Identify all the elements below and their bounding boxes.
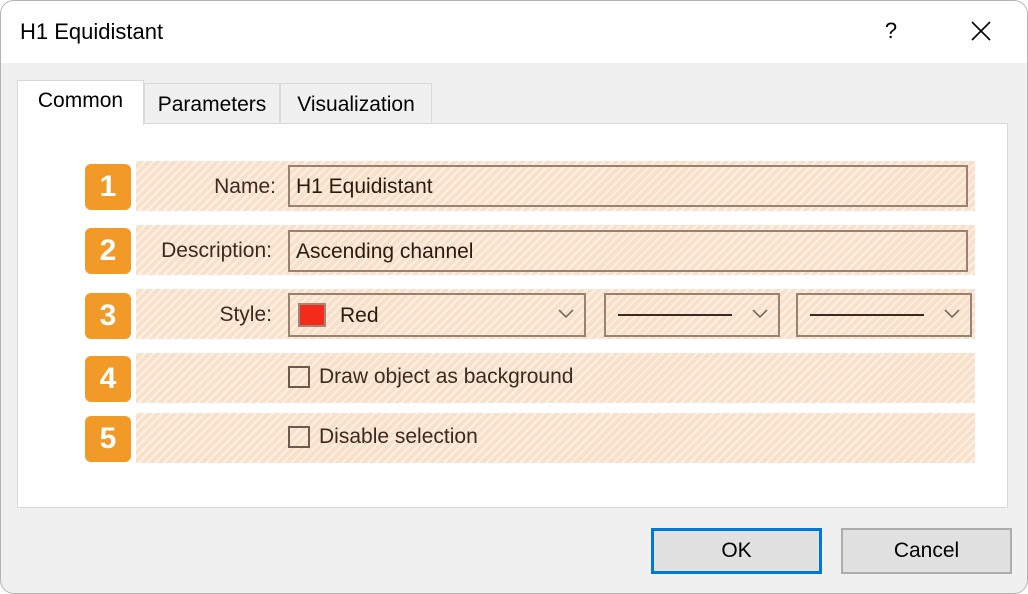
draw-background-row: Draw object as background bbox=[136, 353, 975, 403]
description-row: Description: Ascending channel bbox=[136, 225, 975, 275]
draw-background-checkbox[interactable] bbox=[288, 366, 310, 388]
description-label: Description: bbox=[161, 239, 272, 262]
description-input[interactable]: Ascending channel bbox=[288, 230, 968, 272]
line-style-select[interactable] bbox=[604, 293, 780, 337]
close-button[interactable] bbox=[961, 13, 1001, 49]
disable-selection-checkbox[interactable] bbox=[288, 426, 310, 448]
line-width-preview bbox=[810, 314, 924, 316]
ok-button[interactable]: OK bbox=[651, 528, 822, 574]
style-label: Style: bbox=[219, 303, 272, 326]
style-row: Style: Red bbox=[136, 289, 975, 339]
badge-1: 1 bbox=[85, 164, 131, 210]
tab-common[interactable]: Common bbox=[17, 80, 144, 125]
tab-parameters[interactable]: Parameters bbox=[144, 83, 280, 123]
line-style-preview bbox=[618, 314, 732, 316]
close-icon bbox=[971, 21, 991, 41]
disable-selection-label[interactable]: Disable selection bbox=[319, 425, 478, 449]
dialog-window: H1 Equidistant ? Common Parameters Visua… bbox=[0, 0, 1028, 594]
help-button[interactable]: ? bbox=[873, 13, 909, 49]
window-title: H1 Equidistant bbox=[20, 19, 164, 44]
tab-panel-common: 1 Name: H1 Equidistant 2 Description: As… bbox=[17, 123, 1008, 508]
chevron-down-icon bbox=[944, 309, 960, 319]
badge-5: 5 bbox=[85, 416, 131, 462]
badge-3: 3 bbox=[85, 293, 131, 339]
chevron-down-icon bbox=[558, 309, 574, 319]
badge-4: 4 bbox=[85, 356, 131, 402]
color-select-value: Red bbox=[340, 304, 379, 327]
cancel-button[interactable]: Cancel bbox=[841, 528, 1012, 574]
draw-background-label[interactable]: Draw object as background bbox=[319, 365, 573, 389]
title-bar: H1 Equidistant ? bbox=[1, 1, 1027, 63]
tab-visualization[interactable]: Visualization bbox=[280, 83, 432, 123]
name-row: Name: H1 Equidistant bbox=[136, 161, 975, 211]
line-width-select[interactable] bbox=[796, 293, 972, 337]
color-select[interactable]: Red bbox=[288, 293, 586, 337]
name-label: Name: bbox=[214, 175, 276, 198]
badge-2: 2 bbox=[85, 228, 131, 274]
disable-selection-row: Disable selection bbox=[136, 413, 975, 463]
color-swatch bbox=[298, 303, 326, 327]
name-input[interactable]: H1 Equidistant bbox=[288, 165, 968, 207]
chevron-down-icon bbox=[752, 309, 768, 319]
